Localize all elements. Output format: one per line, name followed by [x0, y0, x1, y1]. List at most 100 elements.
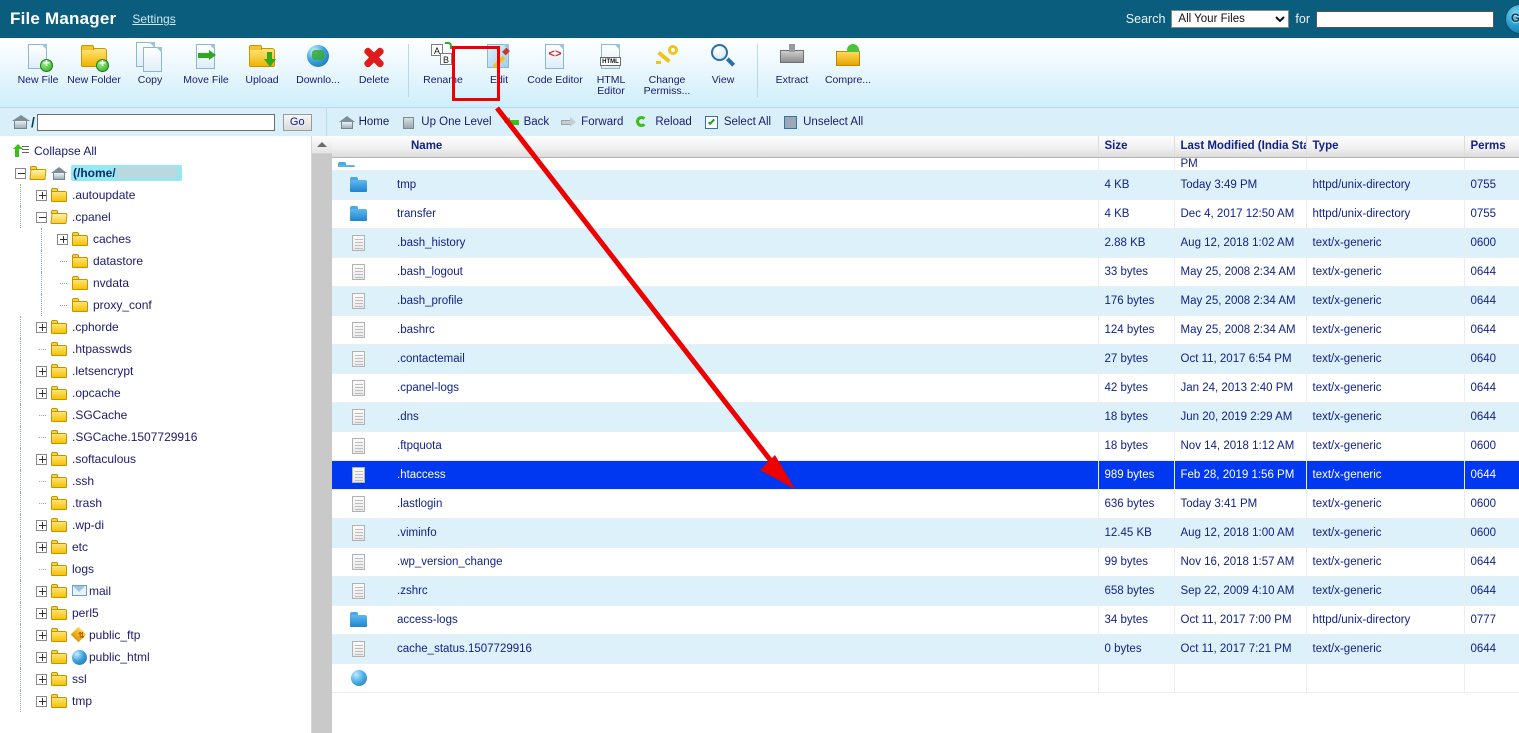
table-row[interactable]: access-logs 34 bytes Oct 11, 2017 7:00 PM h…	[332, 605, 1519, 635]
table-row[interactable]: .lastlogin 636 bytes Today 3:41 PM text/x-g…	[332, 489, 1519, 519]
tree-item-sgcache1507729916[interactable]: .SGCache.1507729916	[0, 426, 311, 448]
tree-item-tmp[interactable]: tmp	[0, 690, 311, 712]
tree-toggle-plus-icon[interactable]	[35, 519, 48, 532]
tree-item-ssl[interactable]: ssl	[0, 668, 311, 690]
table-row[interactable]: .viminfo 12.45 KB Aug 12, 2018 1:00 AM text…	[332, 518, 1519, 548]
toolbar-rename[interactable]: A B Rename	[415, 38, 471, 100]
column-header-name[interactable]: Name	[332, 136, 1099, 158]
tree-toggle-plus-icon[interactable]	[35, 673, 48, 686]
table-row[interactable]: tmp 4 KB Today 3:49 PM httpd/unix-directory…	[332, 170, 1519, 200]
nav-home[interactable]: Home	[338, 115, 389, 130]
tree-item-opcache[interactable]: .opcache	[0, 382, 311, 404]
tree-item-cphorde[interactable]: .cphorde	[0, 316, 311, 338]
tree-item-etc[interactable]: etc	[0, 536, 311, 558]
table-row[interactable]: .zshrc 658 bytes Sep 22, 2009 4:10 AM text/…	[332, 576, 1519, 606]
column-header-type[interactable]: Type	[1306, 136, 1465, 158]
search-input[interactable]	[1316, 10, 1494, 28]
toolbar-extract[interactable]: Extract	[764, 38, 820, 100]
tree-toggle-plus-icon[interactable]	[35, 607, 48, 620]
search-go-button[interactable]: GO	[1505, 4, 1519, 34]
file-name-cell[interactable]: .htaccess	[332, 460, 1099, 490]
file-table-body[interactable]: PM tmp 4 KB Today 3:49 PM httpd/unix-directo…	[332, 157, 1519, 693]
tree-item-publichtml[interactable]: public_html	[0, 646, 311, 668]
search-scope-select[interactable]: All Your Files	[1171, 10, 1290, 28]
tree-toggle-plus-icon[interactable]	[35, 651, 48, 664]
table-row[interactable]: .wp_version_change 99 bytes Nov 16, 2018 1…	[332, 547, 1519, 577]
tree-item-autoupdate[interactable]: .autoupdate	[0, 184, 311, 206]
nav-reload[interactable]: Reload	[635, 115, 692, 130]
table-row[interactable]: .bash_logout 33 bytes May 25, 2008 2:34 AM…	[332, 257, 1519, 287]
path-input[interactable]	[36, 113, 275, 131]
table-row[interactable]: transfer 4 KB Dec 4, 2017 12:50 AM httpd/un…	[332, 199, 1519, 229]
nav-unselect-all[interactable]: Unselect All	[783, 115, 863, 130]
toolbar-view[interactable]: View	[695, 38, 751, 100]
toolbar-upload[interactable]: Upload	[234, 38, 290, 100]
tree-item-publicftp[interactable]: ⇅ public_ftp	[0, 624, 311, 646]
tree-item-datastore[interactable]: datastore	[0, 250, 311, 272]
file-name-cell[interactable]: .cpanel-logs	[332, 373, 1099, 403]
tree-toggle-plus-icon[interactable]	[35, 387, 48, 400]
table-row[interactable]: .bash_profile 176 bytes May 25, 2008 2:34 …	[332, 286, 1519, 316]
tree-item-cpanel[interactable]: .cpanel	[0, 206, 311, 228]
collapse-all-button[interactable]: Collapse All	[0, 136, 311, 162]
file-row-partial[interactable]: PM	[332, 157, 1519, 171]
scrollbar-track[interactable]	[312, 154, 332, 733]
nav-up-one-level[interactable]: Up One Level	[401, 115, 492, 130]
tree-toggle-plus-icon[interactable]	[35, 365, 48, 378]
tree-node-list[interactable]: .autoupdate .cpanel caches datastore nvdata p…	[0, 184, 311, 712]
tree-item-trash[interactable]: .trash	[0, 492, 311, 514]
table-row[interactable]: .htaccess 989 bytes Feb 28, 2019 1:56 PM te…	[332, 460, 1519, 490]
directory-tree-sidebar[interactable]: Collapse All (/home/ .autoupdate .cpanel c…	[0, 136, 311, 733]
table-row[interactable]: .ftpquota 18 bytes Nov 14, 2018 1:12 AM tex…	[332, 431, 1519, 461]
tree-item-proxyconf[interactable]: proxy_conf	[0, 294, 311, 316]
tree-item-wpdi[interactable]: .wp-di	[0, 514, 311, 536]
file-name-cell[interactable]: .dns	[332, 402, 1099, 432]
nav-back[interactable]: Back	[503, 115, 549, 130]
file-name-cell[interactable]: .bash_profile	[332, 286, 1099, 316]
tree-toggle-plus-icon[interactable]	[56, 233, 69, 246]
toolbar-html-editor[interactable]: HTML HTML Editor	[583, 38, 639, 100]
table-row[interactable]: cache_status.1507729916 0 bytes Oct 11, 20…	[332, 634, 1519, 664]
file-name-cell[interactable]: .bash_history	[332, 228, 1099, 258]
tree-item-htpasswds[interactable]: .htpasswds	[0, 338, 311, 360]
toolbar-download[interactable]: Downlo...	[290, 38, 346, 100]
table-row[interactable]: .cpanel-logs 42 bytes Jan 24, 2013 2:40 PM…	[332, 373, 1519, 403]
table-row[interactable]: .dns 18 bytes Jun 20, 2019 2:29 AM text/x-g…	[332, 402, 1519, 432]
tree-root-row[interactable]: (/home/	[0, 162, 311, 184]
tree-toggle-plus-icon[interactable]	[35, 629, 48, 642]
tree-item-nvdata[interactable]: nvdata	[0, 272, 311, 294]
file-name-cell[interactable]: .viminfo	[332, 518, 1099, 548]
column-header-size[interactable]: Size	[1098, 136, 1175, 158]
file-name-cell[interactable]: .contactemail	[332, 344, 1099, 374]
toolbar-move-file[interactable]: Move File	[178, 38, 234, 100]
toolbar-delete[interactable]: Delete	[346, 38, 402, 100]
tree-item-softaculous[interactable]: .softaculous	[0, 448, 311, 470]
tree-toggle-minus-icon[interactable]	[14, 167, 27, 180]
toolbar-compress[interactable]: Compre...	[820, 38, 876, 100]
file-name-cell[interactable]: .bash_logout	[332, 257, 1099, 287]
nav-select-all[interactable]: Select All	[704, 115, 771, 130]
tree-toggle-plus-icon[interactable]	[35, 695, 48, 708]
file-name-cell[interactable]: .zshrc	[332, 576, 1099, 606]
file-name-cell[interactable]: .wp_version_change	[332, 547, 1099, 577]
file-name-cell[interactable]: .lastlogin	[332, 489, 1099, 519]
tree-toggle-plus-icon[interactable]	[35, 541, 48, 554]
toolbar-edit[interactable]: Edit	[471, 38, 527, 100]
file-name-cell[interactable]: .bashrc	[332, 315, 1099, 345]
settings-link[interactable]: Settings	[132, 12, 175, 26]
file-list-pane[interactable]: Name Size Last Modified (India Star Type…	[332, 136, 1519, 733]
toolbar-copy[interactable]: Copy	[122, 38, 178, 100]
file-name-cell[interactable]: transfer	[332, 199, 1099, 229]
file-name-cell[interactable]: access-logs	[332, 605, 1099, 635]
tree-toggle-plus-icon[interactable]	[35, 321, 48, 334]
table-row[interactable]: .bash_history 2.88 KB Aug 12, 2018 1:02 AM…	[332, 228, 1519, 258]
tree-item-perl5[interactable]: perl5	[0, 602, 311, 624]
file-name-cell[interactable]: tmp	[332, 170, 1099, 200]
tree-item-logs[interactable]: logs	[0, 558, 311, 580]
sidebar-scrollbar[interactable]	[311, 136, 332, 733]
table-row[interactable]: .contactemail 27 bytes Oct 11, 2017 6:54 P…	[332, 344, 1519, 374]
file-name-cell[interactable]: cache_status.1507729916	[332, 634, 1099, 664]
toolbar-new-file[interactable]: New File	[10, 38, 66, 100]
tree-item-ssh[interactable]: .ssh	[0, 470, 311, 492]
scrollbar-up-button[interactable]	[312, 136, 332, 154]
